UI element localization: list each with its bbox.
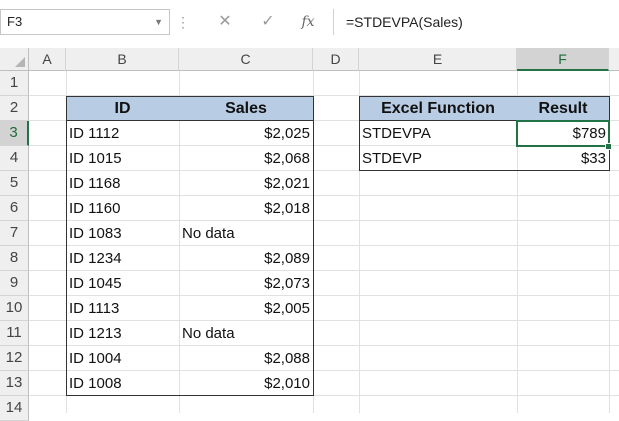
row-header-11[interactable]: 11: [0, 321, 29, 346]
cell-sales[interactable]: $2,073: [179, 271, 313, 296]
row-header-9[interactable]: 9: [0, 271, 29, 296]
cell-sales[interactable]: $2,089: [179, 246, 313, 271]
cell-sales[interactable]: $2,010: [179, 371, 313, 396]
column-header-e[interactable]: E: [359, 48, 517, 71]
chevron-down-icon[interactable]: ▼: [154, 10, 163, 34]
cell-id[interactable]: ID 1168: [66, 171, 179, 196]
result-header-function[interactable]: Excel Function: [359, 96, 517, 121]
row-header-13[interactable]: 13: [0, 371, 29, 396]
formula-bar: F3 ▼ ⋮ ✕ ✓ fx =STDEVPA(Sales): [0, 0, 619, 44]
fill-handle[interactable]: [605, 143, 612, 150]
cell-id[interactable]: ID 1008: [66, 371, 179, 396]
cell-id[interactable]: ID 1004: [66, 346, 179, 371]
row-header-14[interactable]: 14: [0, 396, 29, 421]
cell-sales[interactable]: $2,025: [179, 121, 313, 146]
row-header-10[interactable]: 10: [0, 296, 29, 321]
cell-sales[interactable]: No data: [179, 221, 313, 246]
row-header-1[interactable]: 1: [0, 71, 29, 96]
column-header-g[interactable]: [609, 48, 619, 71]
table-header-sales[interactable]: Sales: [179, 96, 313, 121]
column-header-c[interactable]: C: [179, 48, 313, 71]
column-header-b[interactable]: B: [66, 48, 179, 71]
table-header-id[interactable]: ID: [66, 96, 179, 121]
cell-function[interactable]: STDEVP: [359, 146, 517, 171]
cell-result[interactable]: $33: [517, 146, 609, 171]
column-header-a[interactable]: A: [29, 48, 66, 71]
cell-sales[interactable]: $2,018: [179, 196, 313, 221]
row-header-4[interactable]: 4: [0, 146, 29, 171]
cell-id[interactable]: ID 1112: [66, 121, 179, 146]
cell-sales[interactable]: $2,021: [179, 171, 313, 196]
name-box[interactable]: F3 ▼: [0, 9, 170, 35]
cell-sales[interactable]: $2,005: [179, 296, 313, 321]
select-all-corner[interactable]: [0, 48, 29, 71]
name-box-value: F3: [7, 14, 23, 29]
row-header-6[interactable]: 6: [0, 196, 29, 221]
cell-id[interactable]: ID 1234: [66, 246, 179, 271]
cancel-icon[interactable]: ✕: [212, 10, 238, 34]
cell-function[interactable]: STDEVPA: [359, 121, 517, 146]
more-options-icon: ⋮: [176, 14, 190, 30]
formula-input[interactable]: =STDEVPA(Sales): [334, 9, 619, 35]
row-header-8[interactable]: 8: [0, 246, 29, 271]
insert-function-icon[interactable]: fx: [292, 10, 324, 34]
row-header-12[interactable]: 12: [0, 346, 29, 371]
enter-icon[interactable]: ✓: [255, 10, 281, 34]
cell-id[interactable]: ID 1045: [66, 271, 179, 296]
row-header-3[interactable]: 3: [0, 121, 29, 146]
column-header-d[interactable]: D: [313, 48, 359, 71]
column-header-f[interactable]: F: [517, 48, 609, 71]
cell-id[interactable]: ID 1083: [66, 221, 179, 246]
cell-sales[interactable]: $2,068: [179, 146, 313, 171]
cell-sales[interactable]: $2,088: [179, 346, 313, 371]
cell-id[interactable]: ID 1113: [66, 296, 179, 321]
cell-sales[interactable]: No data: [179, 321, 313, 346]
active-cell-selection[interactable]: [516, 120, 610, 147]
cell-id[interactable]: ID 1160: [66, 196, 179, 221]
row-header-7[interactable]: 7: [0, 221, 29, 246]
cell-id[interactable]: ID 1213: [66, 321, 179, 346]
gridline: [313, 71, 314, 413]
row-header-5[interactable]: 5: [0, 171, 29, 196]
cell-id[interactable]: ID 1015: [66, 146, 179, 171]
row-header-2[interactable]: 2: [0, 96, 29, 121]
worksheet: A B C D E F 1 2 3 4 5 6 7 8 9 10 11 12 1…: [0, 48, 619, 421]
result-header-result[interactable]: Result: [517, 96, 609, 121]
